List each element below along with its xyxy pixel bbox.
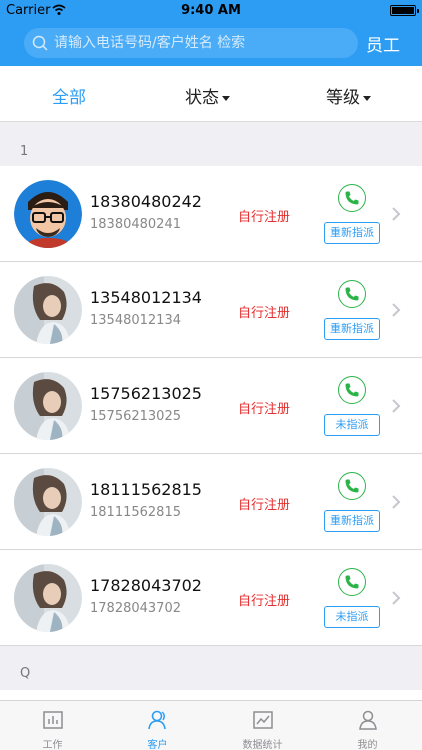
filter-status-dropdown[interactable]: 状态 [185,83,230,108]
assign-button[interactable]: 重新指派 [324,222,380,244]
tab-bar: 工作 客户 数据统计 我的 [0,700,422,750]
caret-down-icon [363,95,371,101]
tab-statistics[interactable]: 数据统计 [210,701,315,750]
phone-icon [345,287,359,301]
customer-source-label: 自行注册 [238,498,291,513]
customers-icon [148,710,166,730]
chevron-right-icon [392,207,401,221]
staff-button[interactable]: 员工 [366,31,400,56]
trend-icon [253,711,273,729]
search-input[interactable]: 请输入电话号码/客户姓名 检索 [24,28,358,58]
avatar [14,564,82,632]
assign-button[interactable]: 重新指派 [324,318,380,340]
tab-label: 工作 [42,740,63,750]
customer-sub-phone: 18380480241 [90,217,181,232]
section-header: 1 [20,144,29,159]
customer-row[interactable]: 17828043702 17828043702 自行注册未指派 [0,550,422,646]
tab-label: 我的 [357,740,378,750]
customer-source-label: 自行注册 [238,210,291,225]
tab-work[interactable]: 工作 [0,701,105,750]
header-bar: Carrier 9:40 AM 请输入电话号码/客户姓名 检索 员工 [0,0,422,66]
chart-icon [43,711,63,729]
customer-source-label: 自行注册 [238,306,291,321]
phone-icon [345,191,359,205]
filter-all-tab[interactable]: 全部 [52,83,86,108]
customer-phone: 18111562815 [90,480,202,499]
avatar [14,276,82,344]
avatar [14,372,82,440]
tab-customers[interactable]: 客户 [105,701,210,750]
customer-phone: 13548012134 [90,288,202,307]
battery-icon [390,5,419,16]
customer-phone: 17828043702 [90,576,202,595]
status-time: 9:40 AM [181,3,241,18]
customer-sub-phone: 18111562815 [90,505,181,520]
profile-icon [359,710,377,730]
customer-row[interactable]: 18111562815 18111562815 自行注册重新指派 [0,454,422,550]
chevron-right-icon [392,591,401,605]
filter-bar: 全部 状态 等级 [0,66,422,122]
filter-level-dropdown[interactable]: 等级 [326,83,371,108]
status-bar: Carrier 9:40 AM [0,0,422,22]
phone-icon [345,479,359,493]
filter-level-label: 等级 [326,88,360,108]
customer-row[interactable]: 15756213025 15756213025 自行注册未指派 [0,358,422,454]
assign-button[interactable]: 未指派 [324,606,380,628]
customer-phone: 15756213025 [90,384,202,403]
avatar [14,468,82,536]
call-button[interactable] [338,472,366,500]
assign-button[interactable]: 未指派 [324,414,380,436]
avatar [14,180,82,248]
search-icon [32,35,48,51]
call-button[interactable] [338,280,366,308]
customer-sub-phone: 15756213025 [90,409,181,424]
search-placeholder: 请输入电话号码/客户姓名 检索 [54,35,246,51]
tab-label: 数据统计 [242,740,283,750]
chevron-right-icon [392,399,401,413]
call-button[interactable] [338,376,366,404]
customer-row[interactable]: 18380480242 18380480241 自行注册重新指派 [0,166,422,262]
list-item[interactable] [0,690,422,700]
chevron-right-icon [392,303,401,317]
phone-icon [345,383,359,397]
customer-phone: 18380480242 [90,192,202,211]
call-button[interactable] [338,184,366,212]
tab-profile[interactable]: 我的 [315,701,420,750]
customer-source-label: 自行注册 [238,594,291,609]
caret-down-icon [222,95,230,101]
customer-source-label: 自行注册 [238,402,291,417]
chevron-right-icon [392,495,401,509]
phone-icon [345,575,359,589]
assign-button[interactable]: 重新指派 [324,510,380,532]
tab-label: 客户 [147,740,168,750]
customer-list: 18380480242 18380480241 自行注册 重新指派 1354801213… [0,166,422,646]
call-button[interactable] [338,568,366,596]
customer-sub-phone: 17828043702 [90,601,181,616]
customer-row[interactable]: 13548012134 13548012134 自行注册重新指派 [0,262,422,358]
customer-sub-phone: 13548012134 [90,313,181,328]
filter-status-label: 状态 [185,88,219,108]
